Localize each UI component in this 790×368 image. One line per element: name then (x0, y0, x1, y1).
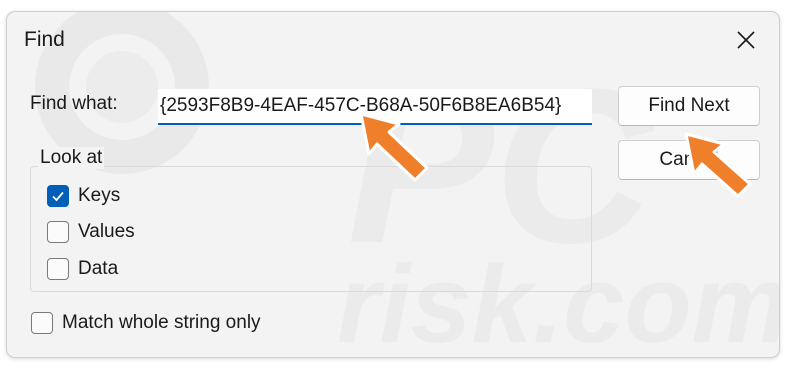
cancel-button[interactable]: Cancel (618, 140, 760, 180)
data-label: Data (78, 258, 119, 279)
dialog-title: Find (24, 28, 65, 51)
values-label: Values (78, 221, 135, 242)
keys-label: Keys (78, 185, 121, 206)
close-icon (737, 31, 755, 49)
data-checkbox-row[interactable]: Data (47, 258, 118, 280)
look-at-label: Look at (38, 147, 105, 169)
values-checkbox-row[interactable]: Values (47, 221, 135, 243)
keys-checkbox[interactable] (47, 185, 69, 207)
match-whole-string-label: Match whole string only (62, 312, 261, 333)
close-button[interactable] (723, 20, 769, 60)
values-checkbox[interactable] (47, 221, 69, 243)
find-next-button[interactable]: Find Next (618, 86, 760, 126)
find-dialog: PC risk.com Find Find what: Find Next Ca… (6, 11, 780, 358)
match-whole-string-row[interactable]: Match whole string only (31, 312, 261, 334)
match-whole-string-checkbox[interactable] (31, 312, 53, 334)
screenshot-stage: PC risk.com Find Find what: Find Next Ca… (0, 0, 790, 368)
find-what-input[interactable] (158, 89, 592, 125)
checkmark-icon (52, 191, 64, 202)
data-checkbox[interactable] (47, 258, 69, 280)
keys-checkbox-row[interactable]: Keys (47, 185, 120, 207)
find-what-label: Find what: (30, 93, 118, 114)
